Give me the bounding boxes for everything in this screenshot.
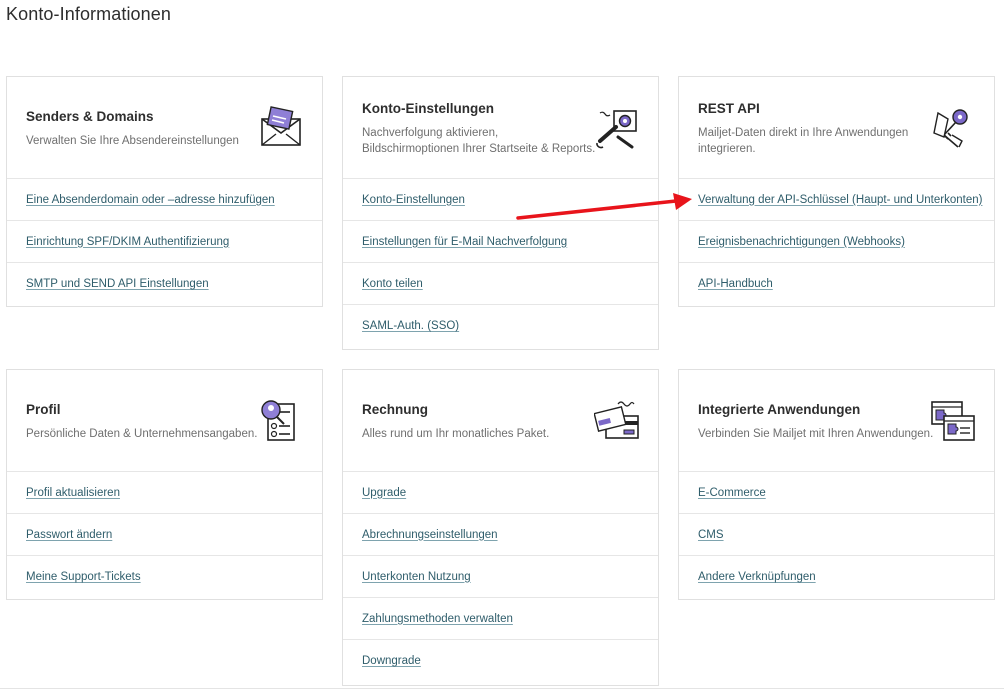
spf-dkim-setup-link[interactable]: Einrichtung SPF/DKIM Authentifizierung: [26, 236, 229, 248]
card-description: Alles rund um Ihr monatliches Paket.: [362, 428, 550, 440]
wrench-gear-icon: [596, 110, 637, 149]
other-integrations-link[interactable]: Andere Verknüpfungen: [698, 571, 816, 583]
card-title: Integrierte Anwendungen: [698, 402, 861, 417]
card-header: Rechnung Alles rund um Ihr monatliches P…: [343, 370, 658, 472]
support-tickets-link[interactable]: Meine Support-Tickets: [26, 571, 141, 583]
update-profile-link[interactable]: Profil aktualisieren: [26, 487, 120, 499]
link-row: Unterkonten Nutzung: [343, 556, 658, 598]
link-row: Verwaltung der API-Schlüssel (Haupt- und…: [679, 179, 994, 221]
card-header: Profil Persönliche Daten & Unternehmensa…: [7, 370, 322, 472]
link-row: Abrechnungseinstellungen: [343, 514, 658, 556]
payment-methods-link[interactable]: Zahlungsmethoden verwalten: [362, 613, 513, 625]
account-settings-link[interactable]: Konto-Einstellungen: [362, 194, 465, 206]
upgrade-link[interactable]: Upgrade: [362, 487, 406, 499]
card-rest-api: REST API Mailjet-Daten direkt in Ihre An…: [678, 76, 995, 307]
envelope-icon: [261, 106, 301, 146]
card-billing: Rechnung Alles rund um Ihr monatliches P…: [342, 369, 659, 686]
card-integrations: Integrierte Anwendungen Verbinden Sie Ma…: [678, 369, 995, 600]
divider: [0, 688, 1004, 689]
card-title: Rechnung: [362, 402, 428, 417]
email-tracking-settings-link[interactable]: Einstellungen für E-Mail Nachverfolgung: [362, 236, 567, 248]
downgrade-link[interactable]: Downgrade: [362, 655, 421, 667]
link-row: Meine Support-Tickets: [7, 556, 322, 598]
link-row: Zahlungsmethoden verwalten: [343, 598, 658, 640]
saml-sso-link[interactable]: SAML-Auth. (SSO): [362, 320, 459, 332]
profile-search-icon: [261, 400, 295, 441]
card-header: Integrierte Anwendungen Verbinden Sie Ma…: [679, 370, 994, 472]
link-row: SAML-Auth. (SSO): [343, 305, 658, 347]
page-title: Konto-Informationen: [6, 4, 171, 24]
link-row: Passwort ändern: [7, 514, 322, 556]
link-row: Konto-Einstellungen: [343, 179, 658, 221]
subaccount-usage-link[interactable]: Unterkonten Nutzung: [362, 571, 471, 583]
add-sender-domain-link[interactable]: Eine Absenderdomain oder –adresse hinzuf…: [26, 194, 275, 206]
cms-link[interactable]: CMS: [698, 529, 724, 541]
card-account-settings: Konto-Einstellungen Nachverfolgung aktiv…: [342, 76, 659, 350]
link-row: Ereignisbenachrichtigungen (Webhooks): [679, 221, 994, 263]
credit-card-icon: [594, 401, 639, 439]
change-password-link[interactable]: Passwort ändern: [26, 529, 112, 541]
link-row: CMS: [679, 514, 994, 556]
card-profile: Profil Persönliche Daten & Unternehmensa…: [6, 369, 323, 600]
card-header: REST API Mailjet-Daten direkt in Ihre An…: [679, 77, 994, 179]
link-row: API-Handbuch: [679, 263, 994, 305]
link-row: E-Commerce: [679, 472, 994, 514]
card-description: Verwalten Sie Ihre Absendereinstellungen: [26, 135, 239, 147]
card-header: Konto-Einstellungen Nachverfolgung aktiv…: [343, 77, 658, 179]
ecommerce-link[interactable]: E-Commerce: [698, 487, 766, 499]
card-description: Persönliche Daten & Unternehmensangaben.: [26, 428, 258, 440]
link-row: Profil aktualisieren: [7, 472, 322, 514]
card-title: REST API: [698, 101, 760, 116]
card-description: Verbinden Sie Mailjet mit Ihren Anwendun…: [698, 428, 934, 440]
smtp-send-api-settings-link[interactable]: SMTP und SEND API Einstellungen: [26, 278, 209, 290]
webhooks-link[interactable]: Ereignisbenachrichtigungen (Webhooks): [698, 236, 905, 248]
link-row: SMTP und SEND API Einstellungen: [7, 263, 322, 305]
card-description: Nachverfolgung aktivieren, Bildschirmopt…: [362, 127, 596, 155]
keys-icon: [933, 109, 968, 148]
card-title: Profil: [26, 402, 61, 417]
card-title: Konto-Einstellungen: [362, 101, 494, 116]
link-row: Einrichtung SPF/DKIM Authentifizierung: [7, 221, 322, 263]
link-row: Eine Absenderdomain oder –adresse hinzuf…: [7, 179, 322, 221]
card-header: Senders & Domains Verwalten Sie Ihre Abs…: [7, 77, 322, 179]
card-title: Senders & Domains: [26, 109, 154, 124]
card-description: Mailjet-Daten direkt in Ihre Anwendungen…: [698, 127, 909, 155]
link-row: Einstellungen für E-Mail Nachverfolgung: [343, 221, 658, 263]
link-row: Downgrade: [343, 640, 658, 682]
link-row: Andere Verknüpfungen: [679, 556, 994, 598]
link-row: Konto teilen: [343, 263, 658, 305]
billing-settings-link[interactable]: Abrechnungseinstellungen: [362, 529, 498, 541]
puzzle-windows-icon: [931, 401, 975, 441]
api-guide-link[interactable]: API-Handbuch: [698, 278, 773, 290]
api-keys-management-link[interactable]: Verwaltung der API-Schlüssel (Haupt- und…: [698, 194, 982, 206]
link-row: Upgrade: [343, 472, 658, 514]
share-account-link[interactable]: Konto teilen: [362, 278, 423, 290]
card-senders-domains: Senders & Domains Verwalten Sie Ihre Abs…: [6, 76, 323, 307]
